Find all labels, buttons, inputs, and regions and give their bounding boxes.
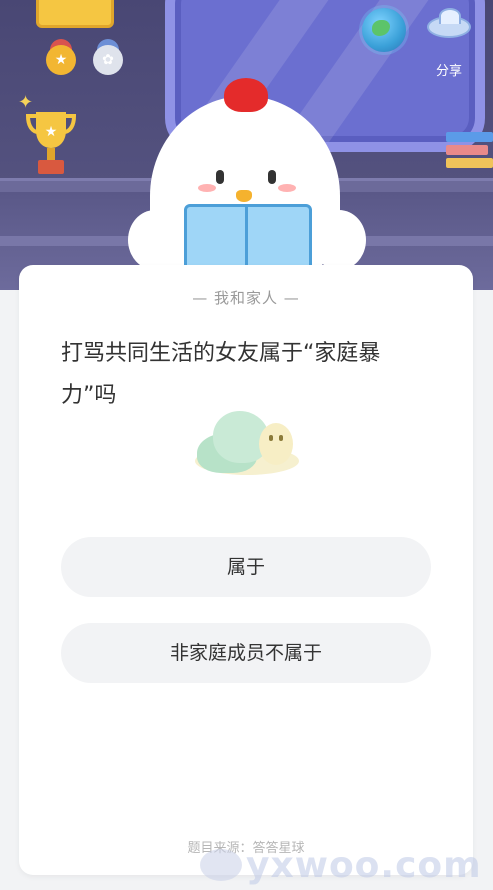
chicken-comb <box>224 78 268 112</box>
chicken-cheek <box>198 184 216 192</box>
planet-icon[interactable] <box>362 8 406 52</box>
share-button[interactable]: 分享 <box>424 8 474 79</box>
chicken-eye <box>268 170 276 184</box>
watermark-logo-icon <box>200 849 242 881</box>
trophy-icon[interactable]: ★ <box>26 108 76 178</box>
question-card: — 我和家人 — 打骂共同生活的女友属于“家庭暴力”吗 属于 非家庭成员不属于 … <box>19 265 473 875</box>
ufo-icon <box>427 8 471 38</box>
snail-icon <box>193 403 303 483</box>
svg-text:★: ★ <box>45 124 58 140</box>
books-icon <box>446 132 493 178</box>
chicken-beak <box>236 190 252 202</box>
watermark-text: yxwoo.com <box>246 844 482 886</box>
gold-medal-icon[interactable]: ★ <box>46 45 76 75</box>
achievement-box-icon[interactable] <box>36 0 114 28</box>
chicken-cheek <box>278 184 296 192</box>
question-category: — 我和家人 — <box>192 289 300 307</box>
chicken-mascot <box>120 78 370 290</box>
watermark: yxwoo.com <box>200 840 493 890</box>
header-scene: ★ ✿ ✦ ★ 分享 <box>0 0 493 290</box>
share-label: 分享 <box>435 64 462 79</box>
answer-option-1[interactable]: 属于 <box>61 537 431 597</box>
silver-medal-icon[interactable]: ✿ <box>93 45 123 75</box>
open-book-icon <box>184 204 312 272</box>
chicken-eye <box>216 170 224 184</box>
answer-option-2[interactable]: 非家庭成员不属于 <box>61 623 431 683</box>
